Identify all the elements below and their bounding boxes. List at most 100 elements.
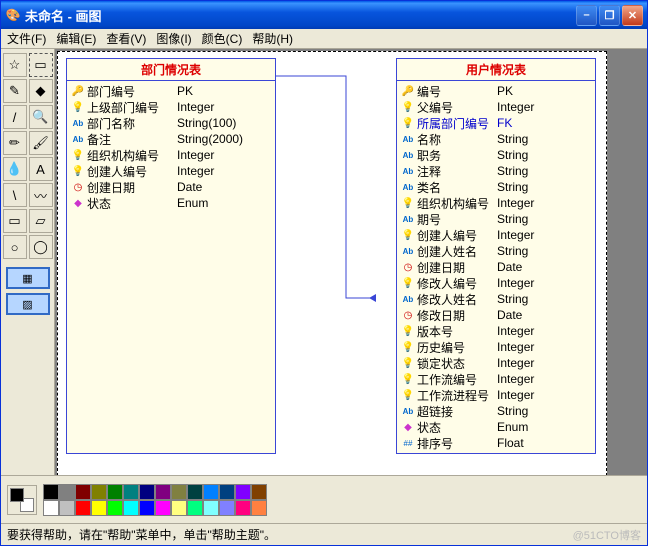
field-name: 备注 xyxy=(85,131,173,148)
color-swatch[interactable] xyxy=(91,484,107,500)
menu-view[interactable]: 查看(V) xyxy=(106,30,146,47)
menu-help[interactable]: 帮助(H) xyxy=(252,30,293,47)
color-swatch[interactable] xyxy=(107,484,123,500)
tool-options: ▦ ▨ xyxy=(6,267,50,315)
tool-option-transparent[interactable]: ▨ xyxy=(6,293,50,315)
field-type: Integer xyxy=(493,276,534,290)
tool-brush[interactable]: 🖌 xyxy=(29,131,53,155)
color-swatch[interactable] xyxy=(219,500,235,516)
entity-title: 用户情况表 xyxy=(397,59,595,81)
field-name: 组织机构编号 xyxy=(85,147,173,164)
tool-airbrush[interactable]: 💧 xyxy=(3,157,27,181)
current-colors[interactable] xyxy=(7,485,37,515)
minimize-button[interactable]: – xyxy=(576,5,597,26)
erd-diagram: 部门情况表 🔑部门编号PK💡上级部门编号IntegerAb部门名称String(… xyxy=(66,58,598,454)
field-type: Integer xyxy=(173,164,214,178)
field-row: 💡锁定状态Integer xyxy=(401,355,591,371)
color-swatch[interactable] xyxy=(203,484,219,500)
entity-body: 🔑部门编号PK💡上级部门编号IntegerAb部门名称String(100)Ab… xyxy=(67,81,275,213)
tool-curve[interactable]: 〰 xyxy=(29,183,53,207)
color-swatch[interactable] xyxy=(187,500,203,516)
tool-polygon[interactable]: ▱ xyxy=(29,209,53,233)
color-swatch[interactable] xyxy=(107,500,123,516)
field-name: 名称 xyxy=(415,131,493,148)
color-swatch[interactable] xyxy=(155,500,171,516)
app-window: 🎨 未命名 - 画图 – ❐ ✕ 文件(F) 编辑(E) 查看(V) 图像(I)… xyxy=(0,0,648,546)
menu-color[interactable]: 颜色(C) xyxy=(202,30,243,47)
color-swatch[interactable] xyxy=(123,484,139,500)
color-swatch[interactable] xyxy=(139,500,155,516)
canvas-wrap: 部门情况表 🔑部门编号PK💡上级部门编号IntegerAb部门名称String(… xyxy=(55,49,647,475)
color-swatch[interactable] xyxy=(59,500,75,516)
field-name: 组织机构编号 xyxy=(415,195,493,212)
field-type: PK xyxy=(493,84,513,98)
field-row: 💡工作流进程号Integer xyxy=(401,387,591,403)
tool-picker[interactable]: / xyxy=(3,105,27,129)
tool-text[interactable]: A xyxy=(29,157,53,181)
tool-option-opaque[interactable]: ▦ xyxy=(6,267,50,289)
field-name: 注释 xyxy=(415,163,493,180)
color-swatch[interactable] xyxy=(251,484,267,500)
color-swatch[interactable] xyxy=(171,500,187,516)
field-type: String xyxy=(493,244,528,258)
menu-file[interactable]: 文件(F) xyxy=(7,30,46,47)
field-type: String xyxy=(493,292,528,306)
tool-fill[interactable]: ◆ xyxy=(29,79,53,103)
canvas[interactable]: 部门情况表 🔑部门编号PK💡上级部门编号IntegerAb部门名称String(… xyxy=(57,51,607,475)
tool-eraser[interactable]: ✎ xyxy=(3,79,27,103)
field-name: 所属部门编号 xyxy=(415,115,493,132)
field-row: ◷创建日期Date xyxy=(71,179,271,195)
tool-freeform-select[interactable]: ☆ xyxy=(3,53,27,77)
color-swatch[interactable] xyxy=(43,500,59,516)
field-row: ◆状态Enum xyxy=(401,419,591,435)
color-swatch[interactable] xyxy=(43,484,59,500)
color-swatch[interactable] xyxy=(91,500,107,516)
field-row: 💡组织机构编号Integer xyxy=(71,147,271,163)
field-row: 💡上级部门编号Integer xyxy=(71,99,271,115)
entity-department[interactable]: 部门情况表 🔑部门编号PK💡上级部门编号IntegerAb部门名称String(… xyxy=(66,58,276,454)
field-row: 💡修改人编号Integer xyxy=(401,275,591,291)
menu-image[interactable]: 图像(I) xyxy=(156,30,191,47)
color-swatch[interactable] xyxy=(171,484,187,500)
field-type: String xyxy=(493,180,528,194)
maximize-button[interactable]: ❐ xyxy=(599,5,620,26)
field-type: String(2000) xyxy=(173,132,243,146)
color-swatch[interactable] xyxy=(123,500,139,516)
close-button[interactable]: ✕ xyxy=(622,5,643,26)
color-swatch[interactable] xyxy=(251,500,267,516)
color-swatch[interactable] xyxy=(203,500,219,516)
color-swatch[interactable] xyxy=(219,484,235,500)
field-row: ◷创建日期Date xyxy=(401,259,591,275)
tool-rect-select[interactable]: ▭ xyxy=(29,53,53,77)
field-type: Integer xyxy=(493,340,534,354)
entity-user[interactable]: 用户情况表 🔑编号PK💡父编号Integer💡所属部门编号FKAb名称Strin… xyxy=(396,58,596,454)
statusbar: 要获得帮助，请在"帮助"菜单中，单击"帮助主题"。 @51CTO博客 xyxy=(1,523,647,545)
field-name: 创建日期 xyxy=(85,179,173,196)
field-type: Integer xyxy=(173,148,214,162)
field-row: ◆状态Enum xyxy=(71,195,271,211)
tool-line[interactable]: \ xyxy=(3,183,27,207)
color-swatch[interactable] xyxy=(155,484,171,500)
watermark: @51CTO博客 xyxy=(573,527,641,543)
color-swatch[interactable] xyxy=(187,484,203,500)
color-swatch[interactable] xyxy=(235,500,251,516)
menu-edit[interactable]: 编辑(E) xyxy=(56,30,96,47)
tool-magnifier[interactable]: 🔍 xyxy=(29,105,53,129)
color-swatch[interactable] xyxy=(235,484,251,500)
tool-rectangle[interactable]: ▭ xyxy=(3,209,27,233)
color-swatch[interactable] xyxy=(75,484,91,500)
color-swatch[interactable] xyxy=(59,484,75,500)
field-type: String xyxy=(493,404,528,418)
tool-pencil[interactable]: ✏ xyxy=(3,131,27,155)
color-swatch[interactable] xyxy=(75,500,91,516)
titlebar[interactable]: 🎨 未命名 - 画图 – ❐ ✕ xyxy=(1,1,647,29)
field-row: ##排序号Float xyxy=(401,435,591,451)
field-name: 部门名称 xyxy=(85,115,173,132)
field-type: String xyxy=(493,212,528,226)
tool-ellipse[interactable]: ○ xyxy=(3,235,27,259)
field-name: 父编号 xyxy=(415,99,493,116)
field-type: Integer xyxy=(493,372,534,386)
field-row: Ab修改人姓名String xyxy=(401,291,591,307)
color-swatch[interactable] xyxy=(139,484,155,500)
tool-rounded-rect[interactable]: ◯ xyxy=(29,235,53,259)
